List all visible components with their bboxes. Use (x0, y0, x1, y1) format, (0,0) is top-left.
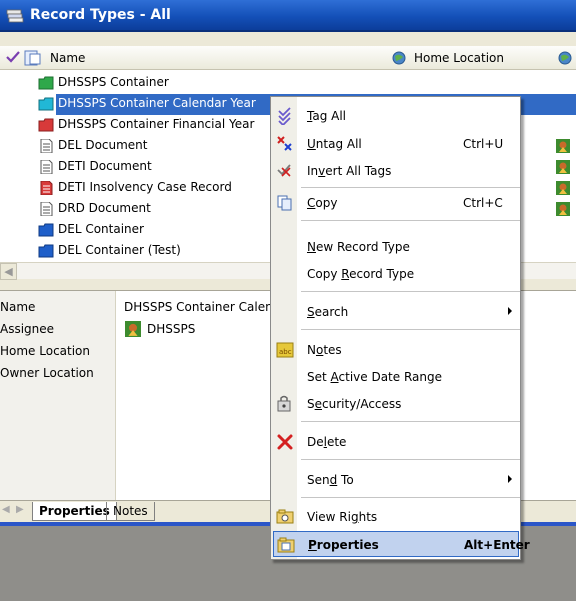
tab-properties-label: Properties (39, 504, 110, 518)
menu-separator (301, 497, 520, 498)
record-types-icon (6, 9, 24, 23)
red-document-icon (40, 181, 53, 195)
tab-scroll-left-icon[interactable]: ◀ (2, 504, 10, 515)
menu-item-properties[interactable]: Properties Alt+Enter (273, 531, 530, 557)
menu-item-copy[interactable]: Copy Ctrl+C (271, 190, 520, 216)
checkmark-icon (6, 51, 20, 63)
menu-item-tag-all[interactable]: Tag All (271, 103, 520, 129)
menu-separator (301, 329, 520, 330)
user-icon (125, 321, 141, 337)
list-item-label: DEL Container (58, 222, 144, 236)
window-titlebar: Record Types - All (0, 0, 576, 32)
menu-item-search[interactable]: Search (271, 299, 520, 325)
name-label: Name (0, 300, 36, 314)
home-location-column-header[interactable]: Home Location (390, 50, 504, 66)
list-item-label: DHSSPS Container (58, 75, 169, 89)
list-item-label: DETI Document (58, 159, 152, 173)
name-column-header[interactable]: Name (24, 50, 85, 66)
location-icon (558, 51, 572, 65)
assignee-value: DHSSPS (147, 322, 196, 336)
tab-properties[interactable]: Properties (32, 502, 117, 521)
security-icon (277, 395, 291, 412)
tag-column-header[interactable] (6, 50, 20, 64)
user-icon (556, 139, 570, 153)
location-icon (392, 51, 406, 65)
home-location-label: Home Location (0, 344, 91, 358)
name-column-icon (24, 50, 41, 66)
user-icon (556, 202, 570, 216)
menu-item-invert-all-tags[interactable]: Invert All Tags (271, 158, 520, 184)
notes-icon: abc (276, 342, 294, 358)
red-folder-icon (38, 118, 54, 132)
delete-icon (277, 434, 293, 450)
name-column-label: Name (50, 51, 86, 65)
list-item-label: DRD Document (58, 201, 151, 215)
window-title: Record Types - All (30, 7, 171, 23)
tab-notes-label: Notes (113, 504, 148, 518)
menu-item-set-active-date-range[interactable]: Set Active Date Range (271, 364, 520, 390)
copy-icon (277, 195, 292, 211)
list-item-label: DETI Insolvency Case Record (58, 180, 232, 194)
document-icon (40, 160, 53, 174)
copy-shortcut: Ctrl+C (463, 196, 503, 210)
menu-separator (301, 187, 520, 188)
menu-item-notes[interactable]: abc Notes (271, 337, 520, 363)
menu-separator (301, 291, 520, 292)
context-menu: Tag All Untag All Ctrl+U Invert All Tags… (270, 96, 530, 560)
properties-shortcut: Alt+Enter (464, 538, 530, 552)
column-header: Name Home Location (0, 46, 576, 70)
menu-item-security-access[interactable]: Security/Access (271, 391, 520, 417)
owner-location-column-header[interactable] (556, 50, 574, 66)
menu-separator (301, 421, 520, 422)
user-icon (556, 181, 570, 195)
menu-separator (301, 220, 520, 221)
blue-folder-icon (38, 223, 54, 237)
document-icon (40, 202, 53, 216)
invert-tags-icon (277, 164, 291, 177)
properties-label-column: Name Assignee Home Location Owner Locati… (0, 291, 116, 501)
list-item-label: DEL Document (58, 138, 148, 152)
untag-all-shortcut: Ctrl+U (463, 137, 504, 151)
menu-item-copy-record-type[interactable]: Copy Record Type (271, 261, 520, 287)
submenu-arrow-icon (508, 307, 512, 315)
assignee-label: Assignee (0, 322, 55, 336)
list-item-label: DHSSPS Container Financial Year (58, 117, 255, 131)
list-item[interactable]: DHSSPS Container (0, 73, 576, 94)
menu-item-send-to[interactable]: Send To (271, 467, 520, 493)
submenu-arrow-icon (508, 475, 512, 483)
owner-location-label: Owner Location (0, 366, 94, 380)
untag-all-icon (277, 136, 292, 151)
tag-all-icon (278, 107, 291, 125)
svg-text:abc: abc (279, 348, 292, 356)
menu-item-delete[interactable]: Delete (271, 429, 520, 455)
name-value: DHSSPS Container Calen (124, 300, 273, 314)
list-item-label: DEL Container (Test) (58, 243, 181, 257)
green-folder-icon (38, 76, 54, 90)
menu-item-new-record-type[interactable]: New Record Type (271, 234, 520, 260)
tab-scroll-right-icon[interactable]: ▶ (16, 504, 24, 515)
view-rights-icon (276, 509, 294, 524)
menu-separator (301, 459, 520, 460)
menu-item-untag-all[interactable]: Untag All Ctrl+U (271, 131, 520, 157)
tab-notes[interactable]: Notes (106, 502, 155, 521)
menu-item-view-rights[interactable]: View Rights (271, 504, 520, 530)
user-icon (556, 160, 570, 174)
list-item-label: DHSSPS Container Calendar Year (58, 96, 256, 110)
document-icon (40, 139, 53, 153)
blue-folder-icon (38, 244, 54, 258)
cyan-folder-icon (38, 97, 54, 111)
home-location-column-label: Home Location (414, 51, 505, 65)
properties-icon (277, 537, 295, 553)
scroll-left-icon[interactable]: ◀ (0, 263, 17, 280)
